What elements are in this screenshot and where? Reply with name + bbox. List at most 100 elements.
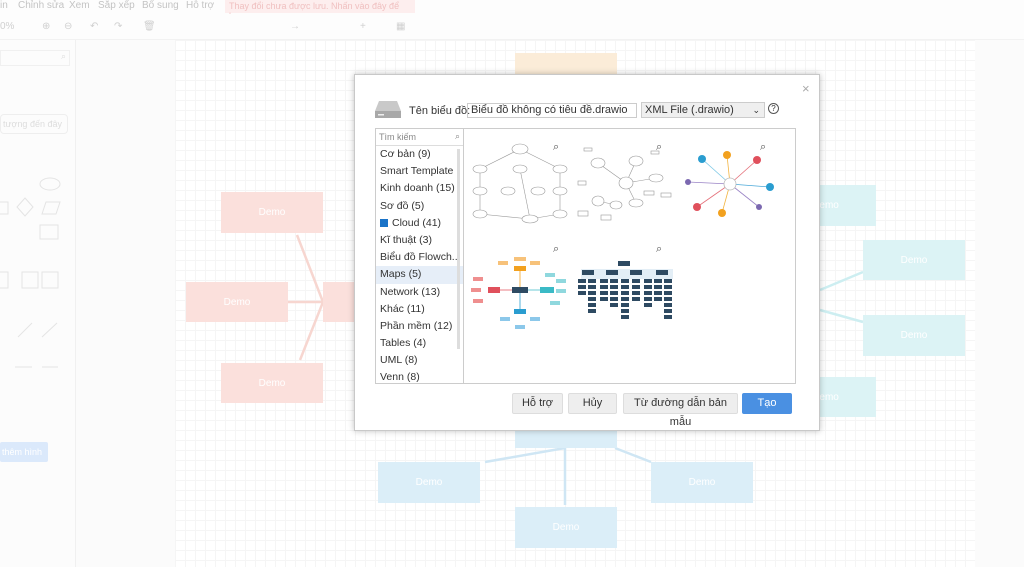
zoom-out-icon[interactable]: ⊖ <box>64 21 72 32</box>
undo-icon[interactable]: ↶ <box>90 21 98 32</box>
preview-zoom-icon[interactable]: ⌕ <box>656 243 662 256</box>
org-node <box>644 279 652 283</box>
insert-icon[interactable]: + <box>360 21 366 32</box>
org-node <box>664 297 672 301</box>
diagram-node-top[interactable] <box>515 53 617 75</box>
category-item[interactable]: Khác (11) <box>376 301 463 318</box>
category-item[interactable]: Sơ đồ (5) <box>376 198 463 215</box>
org-node <box>600 285 608 289</box>
help-icon[interactable]: ? <box>768 103 779 114</box>
template-thumbnail[interactable] <box>682 147 782 245</box>
menu-file[interactable]: in <box>0 0 8 11</box>
shape-palette[interactable] <box>0 175 65 375</box>
diagram-name-input[interactable]: Biểu đồ không có tiêu đề.drawio <box>467 103 637 118</box>
diagram-node[interactable]: Demo <box>515 507 617 548</box>
org-node <box>588 309 596 313</box>
unsaved-changes-notice[interactable]: Thay đổi chưa được lưu. Nhấn vào đây để … <box>225 0 415 21</box>
concept-map-preview <box>577 147 672 221</box>
search-placeholder: Tìm kiếm <box>379 132 416 142</box>
diagram-node[interactable]: Demo <box>378 462 480 503</box>
toolbar: 0% ⊕ ⊖ ↶ ↷ 🗑 → + ▦ <box>0 14 1024 40</box>
file-format-value: XML File (.drawio) <box>645 104 734 116</box>
org-node <box>610 279 618 283</box>
org-node <box>621 291 629 295</box>
create-button[interactable]: Tạo <box>742 393 792 414</box>
org-node <box>600 291 608 295</box>
preview-zoom-icon[interactable]: ⌕ <box>656 141 662 154</box>
search-icon[interactable]: ⌕ <box>455 131 460 142</box>
diagram-node[interactable]: Demo <box>186 282 288 322</box>
zoom-level[interactable]: 0% <box>0 21 14 32</box>
diagram-node[interactable]: Demo <box>651 462 753 503</box>
zoom-in-icon[interactable]: ⊕ <box>42 21 50 32</box>
org-node <box>610 297 618 301</box>
category-item[interactable]: Network (13) <box>376 284 463 301</box>
template-thumbnail[interactable] <box>576 143 676 241</box>
menu-edit[interactable]: Chỉnh sửa <box>18 0 64 11</box>
template-gallery: ⌕ ⌕ ⌕ ⌕ ⌕ <box>464 128 796 384</box>
org-node <box>632 285 640 289</box>
preview-zoom-icon[interactable]: ⌕ <box>553 243 559 256</box>
category-label: Cloud (41) <box>392 216 442 229</box>
template-search-input[interactable]: Tìm kiếm ⌕ <box>376 129 463 146</box>
connection-icon[interactable]: → <box>290 21 300 32</box>
diagram-node-center[interactable] <box>323 282 355 322</box>
template-thumbnail[interactable] <box>470 257 570 355</box>
diagram-name-label: Tên biểu đồ: <box>409 105 471 117</box>
category-item[interactable]: Tables (4) <box>376 335 463 352</box>
menu-view[interactable]: Xem <box>69 0 90 11</box>
diagram-node[interactable]: Demo <box>221 192 323 233</box>
org-node <box>621 285 629 289</box>
redo-icon[interactable]: ↷ <box>114 21 122 32</box>
org-node <box>632 279 640 283</box>
preview-zoom-icon[interactable]: ⌕ <box>760 141 766 154</box>
org-node <box>600 297 608 301</box>
org-node <box>588 303 596 307</box>
menu-extras[interactable]: Bổ sung <box>142 0 179 11</box>
org-node <box>632 297 640 301</box>
org-node <box>578 285 586 289</box>
scrollbar[interactable] <box>457 149 460 349</box>
org-node <box>610 285 618 289</box>
close-icon[interactable]: × <box>802 81 810 96</box>
org-node <box>644 297 652 301</box>
file-format-select[interactable]: XML File (.drawio) ⌄ <box>641 102 765 118</box>
cancel-button[interactable]: Hủy <box>568 393 617 414</box>
table-icon[interactable]: ▦ <box>396 21 405 32</box>
org-node <box>644 291 652 295</box>
category-item[interactable]: UML (8) <box>376 352 463 369</box>
chevron-down-icon: ⌄ <box>752 105 760 115</box>
menu-arrange[interactable]: Sắp xếp <box>98 0 135 11</box>
org-node <box>621 309 629 313</box>
org-node <box>578 291 586 295</box>
more-shapes-button[interactable]: thêm hình <box>0 442 48 462</box>
preview-zoom-icon[interactable]: ⌕ <box>553 141 559 154</box>
org-node <box>664 291 672 295</box>
category-item[interactable]: Phần mềm (12) <box>376 318 463 335</box>
from-template-url-button[interactable]: Từ đường dẫn bản mẫu <box>623 393 738 428</box>
org-node <box>644 303 652 307</box>
category-item[interactable]: Kinh doanh (15) <box>376 180 463 197</box>
category-item-cloud[interactable]: Cloud (41) <box>376 215 463 232</box>
diagram-node-center[interactable] <box>515 428 617 448</box>
category-item[interactable]: Venn (8) <box>376 369 463 386</box>
help-button[interactable]: Hỗ trợ <box>512 393 563 414</box>
delete-icon[interactable]: 🗑 <box>143 21 156 32</box>
category-item[interactable]: Biểu đồ Flowch... <box>376 249 463 266</box>
org-node <box>664 279 672 283</box>
diagram-node[interactable]: Demo <box>863 315 965 356</box>
menu-help[interactable]: Hỗ trợ <box>186 0 214 11</box>
category-item[interactable]: Kĩ thuật (3) <box>376 232 463 249</box>
shape-search-icon[interactable]: ⌕ <box>0 50 70 66</box>
org-node <box>621 297 629 301</box>
diagram-node[interactable]: Demo <box>221 363 323 403</box>
template-thumbnail[interactable] <box>576 259 676 357</box>
category-item[interactable]: Smart Template <box>376 163 463 180</box>
new-diagram-dialog: × Tên biểu đồ: Biểu đồ không có tiêu đề.… <box>354 74 820 431</box>
category-item[interactable]: Cơ bản (9) <box>376 146 463 163</box>
org-node <box>621 303 629 307</box>
drive-icon <box>375 101 401 118</box>
diagram-node[interactable]: Demo <box>863 240 965 280</box>
org-node <box>656 270 668 275</box>
category-item-selected[interactable]: Maps (5) <box>376 266 463 284</box>
